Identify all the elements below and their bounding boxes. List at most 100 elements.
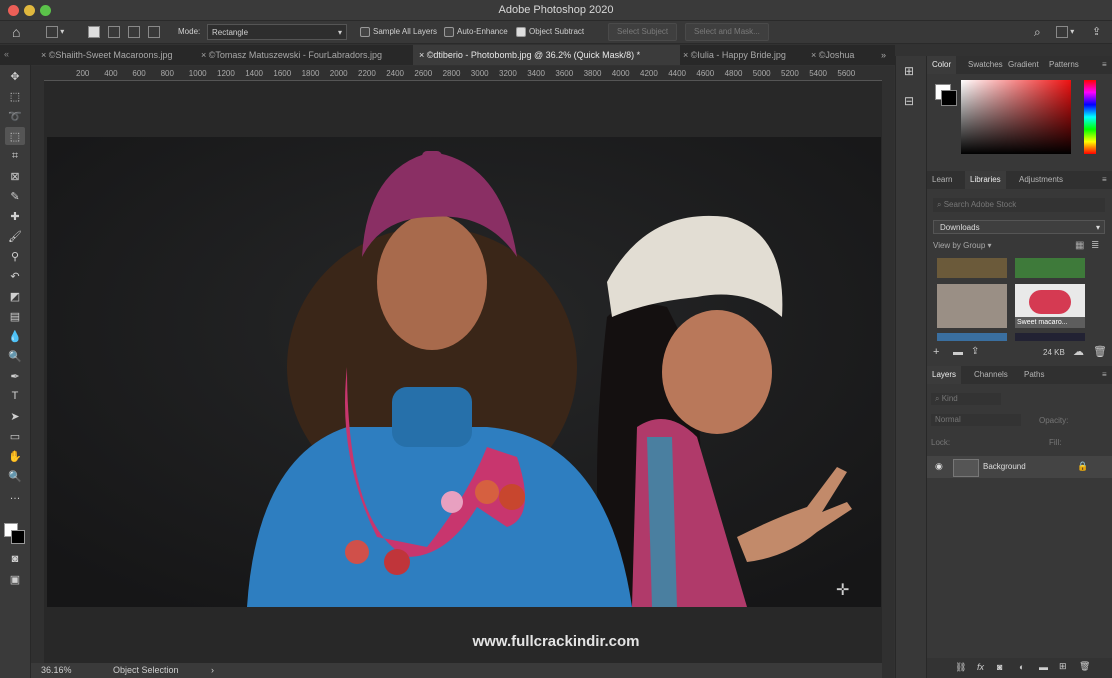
trash-icon[interactable]: 🗑 [1093,345,1107,358]
dodge-tool-icon[interactable]: 🔍 [5,347,25,365]
tab-adjustments[interactable]: Adjustments [1014,171,1068,189]
color-background-swatch[interactable] [941,90,957,106]
move-tool-icon[interactable]: ✥ [5,67,25,85]
layer-row-background[interactable]: ◉ Background 🔒 [927,456,1112,478]
document-image[interactable] [47,137,881,607]
upload-icon[interactable]: ⇪ [971,346,979,357]
sample-all-layers-checkbox[interactable]: Sample All Layers [360,24,437,40]
tab-photobomb[interactable]: × ©dtiberio - Photobomb.jpg @ 36.2% (Qui… [413,45,680,65]
panel-menu-icon[interactable]: ≡ [1097,56,1112,74]
library-thumb-macaroons[interactable]: Sweet macaro... [1015,284,1085,328]
status-menu-icon[interactable]: › [211,665,214,675]
eyedropper-tool-icon[interactable]: ✎ [5,187,25,205]
search-icon[interactable]: ⌕ [1034,24,1041,40]
tab-happy-bride[interactable]: × ©Iulia - Happy Bride.jpg [677,45,804,65]
view-by-group[interactable]: View by Group ▾ [933,241,992,250]
tab-sweet-macaroons[interactable]: × ©Shaiith-Sweet Macaroons.jpg [35,45,197,65]
stock-search-input[interactable]: ⌕ Search Adobe Stock [933,198,1105,212]
tab-swatches[interactable]: Swatches [963,56,1008,74]
screen-mode-icon[interactable]: ▣ [5,570,25,588]
fx-icon[interactable]: fx [977,662,984,672]
brush-tool-icon[interactable]: 🖌 [5,227,25,245]
tab-patterns[interactable]: Patterns [1044,56,1084,74]
panel-collapse-icon[interactable]: « [0,45,33,65]
history-icon[interactable]: ⊞ [904,64,914,78]
select-subject-button[interactable]: Select Subject [608,23,678,41]
tab-libraries[interactable]: Libraries [965,171,1006,189]
eraser-tool-icon[interactable]: ◩ [5,287,25,305]
frame-tool-icon[interactable]: ⊠ [5,167,25,185]
panel-menu-icon[interactable]: ≡ [1097,366,1112,384]
hue-slider[interactable] [1084,80,1096,154]
lasso-tool-icon[interactable]: ➰ [5,107,25,125]
tab-color[interactable]: Color [927,56,957,74]
horizontal-ruler[interactable]: 200 400 600 800 1000 1200 1400 1600 1800 2000 2200… [44,66,882,81]
new-selection-icon[interactable] [88,24,100,40]
vertical-scrollbar[interactable] [882,66,894,678]
tab-learn[interactable]: Learn [927,171,957,189]
mode-select[interactable]: Rectangle ▾ [207,24,347,40]
panel-menu-icon[interactable]: ≡ [1097,171,1112,189]
grid-view-icon[interactable]: ▦ [1075,240,1084,251]
zoom-level[interactable]: 36.16% [41,665,72,675]
library-thumb[interactable] [937,284,1007,328]
object-selection-tool-icon[interactable]: ⬚ [5,127,25,145]
type-tool-icon[interactable]: T [5,387,25,405]
blend-mode-select[interactable]: Normal [931,414,1021,426]
folder-icon[interactable]: ▬ [953,347,963,358]
list-view-icon[interactable]: ≣ [1091,240,1099,251]
tab-four-labradors[interactable]: × ©Tomasz Matuszewski - FourLabradors.jp… [195,45,417,65]
path-selection-tool-icon[interactable]: ➤ [5,407,25,425]
subtract-selection-icon[interactable] [128,24,140,40]
add-selection-icon[interactable] [108,24,120,40]
library-thumb[interactable] [937,258,1007,278]
tool-preset-picker[interactable]: ▾ [46,24,64,40]
tab-layers[interactable]: Layers [927,366,962,384]
object-subtract-checkbox[interactable]: Object Subtract [516,24,584,40]
tab-paths[interactable]: Paths [1019,366,1049,384]
group-icon[interactable]: ▬ [1039,662,1048,672]
color-field[interactable] [961,80,1071,154]
adjustment-icon[interactable]: ◐ [1019,662,1024,672]
add-element-icon[interactable]: + [933,346,939,358]
edit-toolbar-icon[interactable]: … [5,487,25,505]
library-thumb[interactable] [937,333,1007,341]
tab-joshua[interactable]: × ©Joshua [805,45,881,65]
mask-icon[interactable]: ◙ [997,662,1002,672]
library-thumb[interactable] [1015,258,1085,278]
marquee-tool-icon[interactable]: ⬚ [5,87,25,105]
gradient-tool-icon[interactable]: ▤ [5,307,25,325]
auto-enhance-checkbox[interactable]: Auto-Enhance [444,24,508,40]
delete-layer-icon[interactable]: 🗑 [1079,661,1090,672]
history-brush-tool-icon[interactable]: ↶ [5,267,25,285]
status-info[interactable]: Object Selection [113,665,179,675]
vertical-ruler[interactable] [31,80,45,663]
share-icon[interactable]: ⇪ [1092,24,1101,40]
library-select[interactable]: Downloads ▾ [933,220,1105,234]
rectangle-tool-icon[interactable]: ▭ [5,427,25,445]
zoom-tool-icon[interactable]: 🔍 [5,467,25,485]
layer-filter-select[interactable]: ⌕ Kind [931,393,1001,405]
workspace-icon[interactable]: ▾ [1056,24,1074,40]
pen-tool-icon[interactable]: ✒ [5,367,25,385]
tab-channels[interactable]: Channels [969,366,1013,384]
blur-tool-icon[interactable]: 💧 [5,327,25,345]
properties-icon[interactable]: ⊟ [904,94,914,108]
home-icon[interactable]: ⌂ [12,24,20,40]
clone-stamp-tool-icon[interactable]: ⚲ [5,247,25,265]
link-icon[interactable]: ⛓ [955,662,966,673]
library-thumb[interactable] [1015,333,1085,341]
select-and-mask-button[interactable]: Select and Mask... [685,23,769,41]
layer-name[interactable]: Background [983,462,1026,471]
new-layer-icon[interactable]: ⊞ [1059,661,1067,672]
thumb-label: Sweet macaro... [1015,317,1085,328]
crop-tool-icon[interactable]: ⌗ [5,147,25,165]
eye-icon[interactable]: ◉ [935,461,943,472]
tab-gradient[interactable]: Gradient [1003,56,1044,74]
healing-brush-tool-icon[interactable]: ✚ [5,207,25,225]
quick-mask-icon[interactable]: ◙ [5,550,25,568]
hand-tool-icon[interactable]: ✋ [5,447,25,465]
background-color-swatch[interactable] [11,530,25,544]
ruler-origin[interactable] [31,66,44,80]
intersect-selection-icon[interactable] [148,24,160,40]
